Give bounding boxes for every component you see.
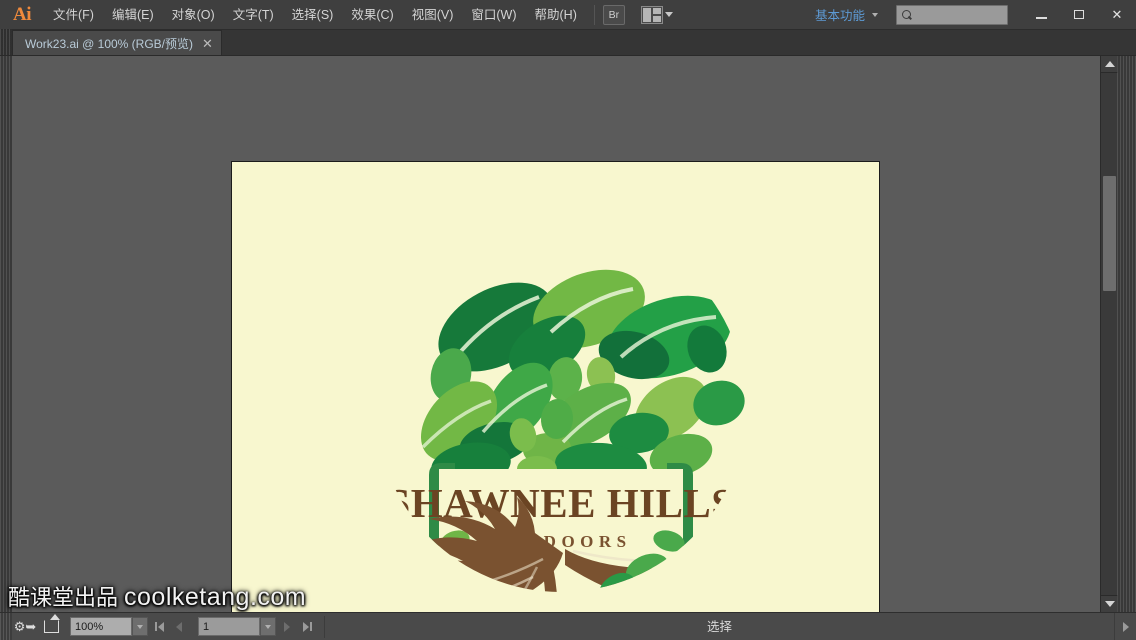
menu-items: 文件(F) 编辑(E) 对象(O) 文字(T) 选择(S) 效果(C) 视图(V… — [44, 0, 586, 30]
watermark: 酷课堂出品 coolketang.com — [8, 580, 306, 612]
next-page-icon — [284, 621, 290, 632]
chevron-down-icon — [265, 624, 271, 629]
minimize-button[interactable] — [1022, 1, 1060, 28]
logo-artwork[interactable]: SHAWNEE HILLS OUTDOORS — [351, 197, 771, 612]
vertical-scrollbar[interactable] — [1100, 56, 1118, 612]
right-gripper — [1117, 56, 1136, 612]
arrange-documents-button[interactable] — [640, 5, 673, 24]
left-gripper — [0, 56, 12, 612]
gear-icon: ⚙➥ — [13, 619, 37, 634]
status-text: 选择 — [324, 615, 1114, 638]
menu-window[interactable]: 窗口(W) — [462, 0, 525, 30]
menu-object[interactable]: 对象(O) — [163, 0, 224, 30]
arrange-documents-icon — [640, 5, 663, 24]
chevron-down-icon — [664, 12, 673, 17]
status-gripper — [0, 612, 12, 640]
menu-edit[interactable]: 编辑(E) — [103, 0, 163, 30]
menu-help[interactable]: 帮助(H) — [526, 0, 586, 30]
share-icon — [43, 614, 60, 633]
workspace-label: 基本功能 — [814, 9, 865, 23]
document-tab-bar: Work23.ai @ 100% (RGB/预览) ✕ — [0, 29, 1136, 56]
maximize-button[interactable] — [1060, 1, 1098, 28]
menu-view[interactable]: 视图(V) — [403, 0, 463, 30]
search-input[interactable] — [896, 4, 1008, 25]
first-page-icon — [154, 621, 164, 632]
last-artboard-button[interactable] — [298, 617, 316, 636]
search-icon — [901, 9, 913, 21]
panel-gripper — [0, 29, 12, 55]
artboard[interactable]: SHAWNEE HILLS OUTDOORS — [231, 161, 880, 612]
menu-type[interactable]: 文字(T) — [224, 0, 283, 30]
watermark-en: coolketang.com — [124, 583, 307, 611]
chevron-up-icon — [1104, 61, 1115, 67]
first-artboard-button[interactable] — [150, 617, 168, 636]
close-icon[interactable]: ✕ — [202, 37, 213, 50]
preferences-button[interactable]: ⚙➥ — [12, 616, 38, 638]
menu-file[interactable]: 文件(F) — [44, 0, 103, 30]
artboard-dropdown-button[interactable] — [260, 617, 276, 636]
menu-effect[interactable]: 效果(C) — [342, 0, 402, 30]
status-menu-button[interactable] — [1114, 612, 1136, 640]
bridge-button[interactable]: Br — [602, 4, 625, 25]
menu-select[interactable]: 选择(S) — [283, 0, 343, 30]
menu-separator — [593, 4, 595, 25]
maximize-icon — [1074, 10, 1084, 19]
window-controls: ✕ — [1022, 1, 1136, 28]
document-tab-title: Work23.ai @ 100% (RGB/预览) — [25, 36, 194, 51]
share-button[interactable] — [38, 614, 64, 638]
chevron-down-icon — [872, 12, 878, 17]
scroll-down-button[interactable] — [1101, 595, 1118, 612]
next-artboard-button[interactable] — [278, 617, 296, 636]
zoom-dropdown-button[interactable] — [132, 617, 148, 636]
app-logo-icon: Ai — [13, 3, 32, 25]
illustrator-window: Ai 文件(F) 编辑(E) 对象(O) 文字(T) 选择(S) 效果(C) 视… — [0, 0, 1136, 640]
menu-bar: Ai 文件(F) 编辑(E) 对象(O) 文字(T) 选择(S) 效果(C) 视… — [0, 0, 1136, 30]
document-tab[interactable]: Work23.ai @ 100% (RGB/预览) ✕ — [12, 30, 222, 55]
scroll-up-button[interactable] — [1101, 56, 1118, 73]
chevron-right-icon — [1122, 621, 1129, 632]
chevron-down-icon — [1104, 601, 1115, 607]
last-page-icon — [302, 621, 312, 632]
status-bar: ⚙➥ 100% 1 选择 — [0, 612, 1136, 640]
zoom-input[interactable]: 100% — [70, 617, 132, 636]
watermark-cn: 酷课堂出品 — [8, 586, 119, 611]
workspace-switcher[interactable]: 基本功能 — [815, 5, 878, 24]
minimize-icon — [1035, 17, 1047, 19]
chevron-down-icon — [137, 624, 143, 629]
vertical-scroll-thumb[interactable] — [1103, 176, 1116, 291]
canvas-area[interactable]: SHAWNEE HILLS OUTDOORS 酷课堂出品 coolketang.… — [0, 56, 1136, 612]
previous-artboard-button[interactable] — [170, 617, 188, 636]
previous-page-icon — [176, 621, 182, 632]
close-button[interactable]: ✕ — [1098, 1, 1136, 28]
artboard-number-input[interactable]: 1 — [198, 617, 260, 636]
